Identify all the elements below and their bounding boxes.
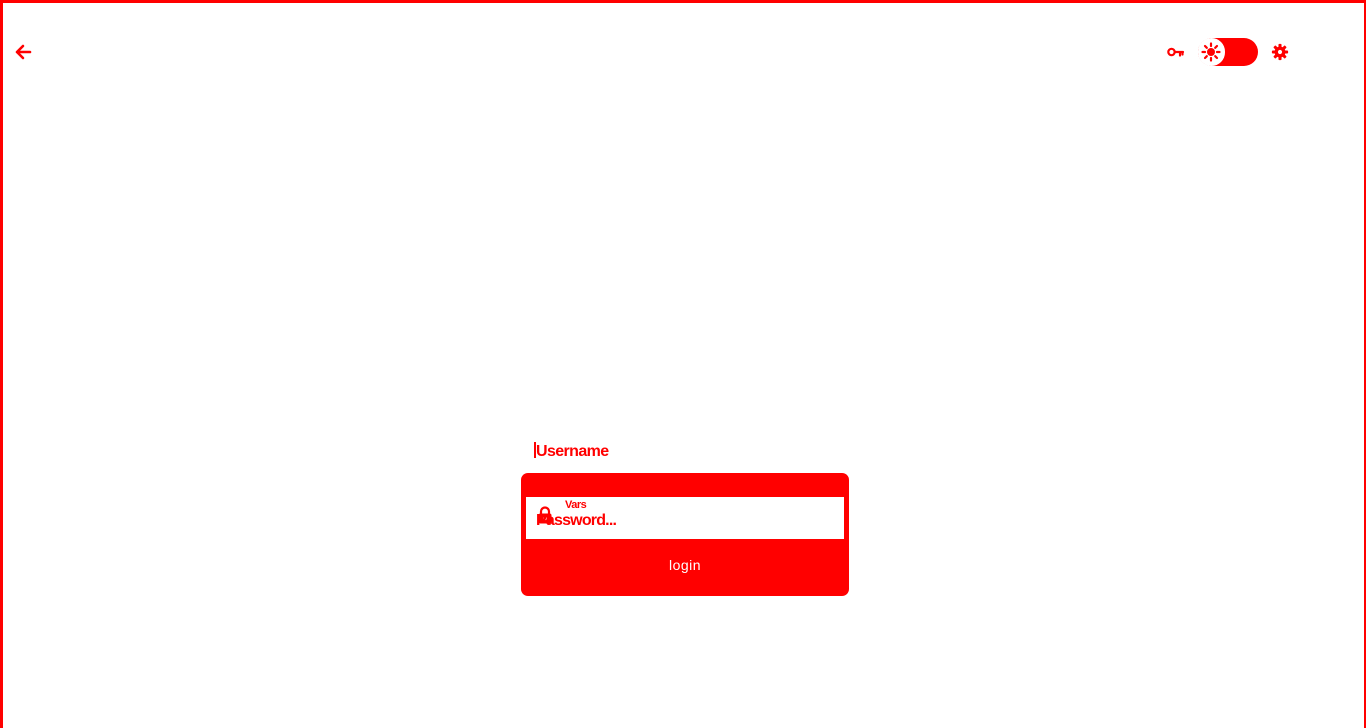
key-button[interactable] — [1166, 42, 1186, 62]
password-hint: Vars — [565, 499, 587, 511]
username-label[interactable]: Username — [534, 442, 609, 461]
key-icon — [1167, 47, 1185, 57]
sun-icon — [1201, 42, 1221, 62]
login-button[interactable]: login — [521, 553, 849, 577]
login-card: Vars login — [521, 473, 849, 596]
theme-toggle[interactable] — [1198, 38, 1258, 66]
gear-icon — [1271, 43, 1289, 61]
settings-button[interactable] — [1270, 42, 1290, 62]
arrow-left-icon — [15, 44, 32, 60]
password-field[interactable]: Vars — [526, 497, 844, 539]
window-frame — [0, 0, 1366, 728]
back-button[interactable] — [12, 42, 34, 62]
password-input[interactable] — [536, 511, 836, 531]
username-label-text: Username — [536, 443, 609, 460]
